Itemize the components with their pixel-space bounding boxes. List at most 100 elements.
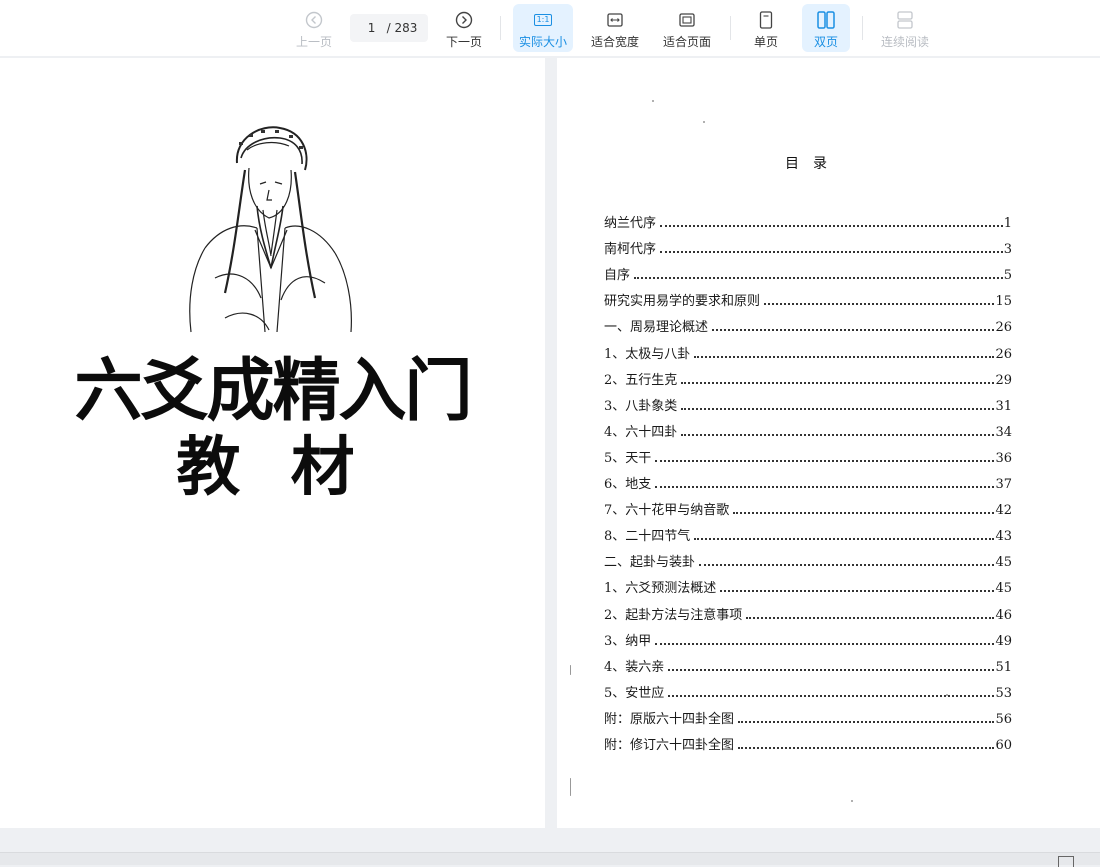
toc-entry-title: 3、纳甲 [604, 633, 652, 649]
toc-dot-leader [668, 668, 995, 671]
actual-size-icon: 1:1 [533, 9, 553, 31]
toc-entry-page: 26 [995, 346, 1012, 362]
toc-entry-title: 1、太极与八卦 [604, 346, 691, 362]
toc-entry-page: 15 [995, 294, 1012, 310]
toc-dot-leader [681, 407, 995, 410]
toc-dot-leader [694, 537, 995, 541]
double-page-label: 双页 [813, 35, 838, 49]
scan-speck [652, 100, 654, 102]
toc-dot-leader [681, 381, 995, 384]
scan-speck [570, 665, 571, 675]
toc-entry-title: 2、五行生克 [604, 372, 678, 388]
prev-page-button[interactable]: 上一页 [290, 4, 338, 52]
page-total: / 283 [386, 21, 418, 35]
double-page-icon [817, 9, 835, 31]
toc-entry-page: 1 [1003, 216, 1012, 232]
toc-entry-title: 研究实用易学的要求和原则 [604, 294, 761, 310]
toc-entry[interactable]: 3、纳甲 49 [604, 623, 1012, 649]
left-page: 六爻成精入门 教 材 [0, 58, 545, 828]
actual-size-button[interactable]: 1:1 实际大小 [513, 4, 573, 52]
single-page-button[interactable]: 单页 [744, 4, 788, 52]
toc-entry-page: 31 [995, 398, 1012, 414]
toc-entry[interactable]: 4、装六亲 51 [604, 649, 1012, 675]
fit-width-button[interactable]: 适合宽度 [586, 4, 644, 52]
toc-entry[interactable]: 南柯代序 3 [604, 231, 1012, 257]
toc-dot-leader [738, 746, 995, 749]
fit-width-label: 适合宽度 [590, 35, 639, 49]
toolbar-divider [500, 16, 501, 40]
toc-entry[interactable]: 研究实用易学的要求和原则 15 [604, 283, 1012, 309]
toc-entry[interactable]: 7、六十花甲与纳音歌 42 [604, 492, 1012, 518]
toc-entry-title: 二、起卦与装卦 [604, 555, 696, 571]
toc-entry-page: 49 [995, 633, 1012, 649]
toc-entry-page: 29 [995, 372, 1012, 388]
scan-speck [851, 800, 853, 802]
toc-entry[interactable]: 5、天干 36 [604, 440, 1012, 466]
toc-entry[interactable]: 6、地支 37 [604, 466, 1012, 492]
prev-page-label: 上一页 [295, 35, 332, 49]
toc-dot-leader [720, 589, 995, 593]
toc-entry[interactable]: 3、八卦象类 31 [604, 388, 1012, 414]
toc-dot-leader [694, 355, 995, 358]
toc-entry-title: 5、安世应 [604, 685, 665, 701]
toc-entry-title: 附：修订六十四卦全图 [604, 737, 735, 753]
toc-entry-title: 自序 [604, 268, 631, 284]
toc-entry-title: 一、周易理论概述 [604, 320, 709, 336]
toc-entry[interactable]: 1、太极与八卦 26 [604, 335, 1012, 362]
continuous-reading-button[interactable]: 连续阅读 [876, 4, 934, 52]
toc-entry-page: 43 [995, 529, 1012, 545]
chevron-right-circle-icon [455, 9, 473, 31]
toc-entry[interactable]: 2、五行生克 29 [604, 362, 1012, 388]
toc-dot-leader [655, 459, 995, 462]
fit-page-label: 适合页面 [662, 35, 711, 49]
toc-entry-title: 2、起卦方法与注意事项 [604, 607, 743, 623]
toc-entry-page: 26 [995, 320, 1012, 336]
toc-entry[interactable]: 自序 5 [604, 257, 1012, 283]
toc-entry-page: 37 [995, 477, 1012, 493]
toc-entry[interactable]: 纳兰代序 1 [604, 205, 1012, 231]
toolbar-divider [730, 16, 731, 40]
double-page-button[interactable]: 双页 [802, 4, 850, 52]
panel-toggle-icon[interactable] [1058, 856, 1074, 867]
toc-dot-leader [738, 720, 995, 723]
toc-entry[interactable]: 1、六爻预测法概述 45 [604, 570, 1012, 596]
page-number-input[interactable]: 1 [361, 21, 383, 35]
page-indicator: 1 / 283 [350, 14, 428, 42]
toc-entry-title: 8、二十四节气 [604, 529, 691, 545]
toc-entry[interactable]: 二、起卦与装卦 45 [604, 544, 1012, 570]
cover-title-line2: 教 材 [176, 431, 369, 505]
toc-entry[interactable]: 一、周易理论概述 26 [604, 309, 1012, 335]
toc-entry-page: 45 [995, 555, 1012, 571]
toc-entry[interactable]: 附：原版六十四卦全图 56 [604, 701, 1012, 727]
toc-entry-title: 纳兰代序 [604, 216, 657, 232]
status-bar [0, 852, 1100, 865]
toc-heading: 目录 [785, 156, 841, 172]
toc-entry[interactable]: 2、起卦方法与注意事项 46 [604, 596, 1012, 623]
toc-entry-page: 5 [1003, 268, 1012, 284]
toc-dot-leader [660, 224, 1003, 228]
toc-entry-page: 36 [995, 450, 1012, 466]
toc-entry-page: 53 [995, 685, 1012, 701]
toolbar-divider [862, 16, 863, 40]
fit-width-icon [607, 9, 623, 31]
toc-entry-page: 56 [995, 711, 1012, 727]
toc-entry[interactable]: 4、六十四卦 34 [604, 414, 1012, 440]
toc-dot-leader [746, 616, 995, 619]
fit-page-button[interactable]: 适合页面 [658, 4, 716, 52]
toc-entry-title: 4、六十四卦 [604, 424, 678, 440]
toc-entry-title: 南柯代序 [604, 242, 657, 258]
next-page-button[interactable]: 下一页 [440, 4, 488, 52]
toc-entry-page: 34 [995, 424, 1012, 440]
fit-page-icon [679, 9, 695, 31]
toc-dot-leader [655, 642, 995, 645]
toc-entry-title: 6、地支 [604, 477, 652, 493]
toc-dot-leader [699, 563, 995, 567]
toc-entry[interactable]: 附：修订六十四卦全图 60 [604, 727, 1012, 753]
toc-entry[interactable]: 8、二十四节气 43 [604, 518, 1012, 544]
scan-speck [946, 694, 948, 696]
next-page-label: 下一页 [445, 35, 482, 49]
toc-entry[interactable]: 5、安世应 53 [604, 675, 1012, 701]
single-page-label: 单页 [753, 35, 778, 49]
toc-entry-title: 7、六十花甲与纳音歌 [604, 503, 730, 519]
toc-entry-title: 1、六爻预测法概述 [604, 581, 717, 597]
